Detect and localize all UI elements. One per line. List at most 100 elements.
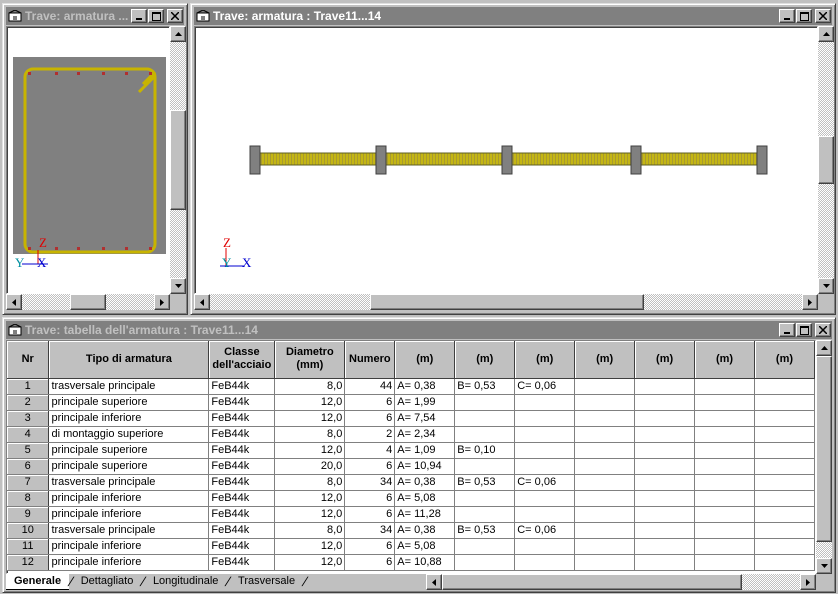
- table-cell[interactable]: 12,0: [274, 410, 346, 427]
- beam-canvas[interactable]: Z Y X: [194, 26, 818, 294]
- table-cell[interactable]: 6: [344, 538, 396, 555]
- column-header[interactable]: Numero: [344, 341, 396, 379]
- table-cell[interactable]: FeB44k: [208, 442, 276, 459]
- table-cell[interactable]: [754, 426, 815, 443]
- table-cell[interactable]: [514, 426, 576, 443]
- table-cell[interactable]: [514, 538, 576, 555]
- tab-dettagliato[interactable]: Dettagliato: [73, 574, 142, 590]
- table-row[interactable]: 7 trasversale principale FeB44k 8,0 34 A= 0,3…: [7, 474, 815, 491]
- table-cell[interactable]: principale inferiore: [48, 410, 210, 427]
- table-cell[interactable]: 6: [344, 410, 396, 427]
- table-cell[interactable]: FeB44k: [208, 410, 276, 427]
- table-cell[interactable]: B= 0,53: [454, 474, 516, 491]
- table-cell[interactable]: [454, 394, 516, 411]
- table-cell[interactable]: [454, 490, 516, 507]
- table-cell[interactable]: A= 10,94: [394, 458, 456, 475]
- section-window-titlebar[interactable]: Trave: armatura ...: [6, 7, 184, 25]
- table-cell[interactable]: A= 11,28: [394, 506, 456, 523]
- rebar-table[interactable]: Nr Tipo di armatura Classe dell'acciaio Dia…: [7, 341, 815, 571]
- table-cell[interactable]: [754, 378, 815, 395]
- table-cell[interactable]: B= 0,53: [454, 522, 516, 539]
- section-canvas[interactable]: Z Y X: [6, 26, 170, 294]
- table-row[interactable]: 4 di montaggio superiore FeB44k 8,0 2 A= 2,34: [7, 426, 815, 443]
- table-cell[interactable]: FeB44k: [208, 474, 276, 491]
- table-cell[interactable]: 12,0: [274, 394, 346, 411]
- table-cell[interactable]: FeB44k: [208, 538, 276, 555]
- table-cell[interactable]: [634, 474, 696, 491]
- table-cell[interactable]: trasversale principale: [48, 522, 210, 539]
- table-row[interactable]: 11 principale inferiore FeB44k 12,0 6 A= 5,08: [7, 538, 815, 555]
- table-cell[interactable]: FeB44k: [208, 378, 276, 395]
- section-window[interactable]: Trave: armatura ... Z Y X: [2, 3, 188, 315]
- table-cell[interactable]: [574, 378, 636, 395]
- table-cell[interactable]: A= 0,38: [394, 474, 456, 491]
- table-cell[interactable]: principale superiore: [48, 394, 210, 411]
- column-header[interactable]: (m): [634, 341, 696, 379]
- table-cell[interactable]: [694, 378, 755, 395]
- column-header[interactable]: (m): [454, 341, 516, 379]
- table-vscroll-thumb[interactable]: [816, 356, 832, 542]
- table-cell[interactable]: [754, 506, 815, 523]
- table-cell[interactable]: B= 0,53: [454, 378, 516, 395]
- table-cell[interactable]: [574, 426, 636, 443]
- table-hscroll-thumb[interactable]: [442, 574, 742, 590]
- table-cell[interactable]: B= 0,10: [454, 442, 516, 459]
- table-cell[interactable]: [574, 506, 636, 523]
- table-row[interactable]: 8 principale inferiore FeB44k 12,0 6 A= 5,08: [7, 490, 815, 507]
- beam-view-titlebar[interactable]: Trave: armatura : Trave11...14: [194, 7, 832, 25]
- scroll-left-button[interactable]: [194, 294, 210, 310]
- rebar-table-titlebar[interactable]: Trave: tabella dell'armatura : Trave11..…: [6, 321, 832, 339]
- table-cell[interactable]: [754, 410, 815, 427]
- table-cell[interactable]: A= 5,08: [394, 538, 456, 555]
- section-vscrollbar[interactable]: [170, 26, 186, 294]
- table-cell[interactable]: FeB44k: [208, 426, 276, 443]
- table-cell[interactable]: [694, 474, 755, 491]
- table-cell[interactable]: [694, 554, 755, 571]
- table-cell[interactable]: 8,0: [274, 474, 346, 491]
- table-row[interactable]: 2 principale superiore FeB44k 12,0 6 A= 1,99: [7, 394, 815, 411]
- table-cell[interactable]: 6: [344, 490, 396, 507]
- row-number-cell[interactable]: 10: [7, 522, 50, 539]
- scroll-left-button[interactable]: [6, 294, 22, 310]
- column-header[interactable]: Nr: [7, 341, 50, 379]
- table-cell[interactable]: FeB44k: [208, 554, 276, 571]
- table-cell[interactable]: [754, 554, 815, 571]
- table-cell[interactable]: [574, 458, 636, 475]
- close-button[interactable]: [815, 323, 831, 337]
- table-cell[interactable]: 44: [344, 378, 396, 395]
- table-cell[interactable]: 2: [344, 426, 396, 443]
- table-cell[interactable]: A= 0,38: [394, 522, 456, 539]
- table-cell[interactable]: [694, 394, 755, 411]
- scroll-up-button[interactable]: [816, 340, 832, 356]
- table-cell[interactable]: FeB44k: [208, 522, 276, 539]
- table-row[interactable]: 12 principale inferiore FeB44k 12,0 6 A= 10,8…: [7, 554, 815, 571]
- table-cell[interactable]: [754, 394, 815, 411]
- table-cell[interactable]: 6: [344, 394, 396, 411]
- close-button[interactable]: [167, 9, 183, 23]
- table-cell[interactable]: di montaggio superiore: [48, 426, 210, 443]
- table-cell[interactable]: [574, 490, 636, 507]
- table-cell[interactable]: 12,0: [274, 490, 346, 507]
- row-number-cell[interactable]: 5: [7, 442, 50, 459]
- table-cell[interactable]: [514, 442, 576, 459]
- table-cell[interactable]: A= 10,88: [394, 554, 456, 571]
- section-vscroll-thumb[interactable]: [170, 110, 186, 210]
- table-cell[interactable]: [574, 522, 636, 539]
- table-cell[interactable]: [634, 554, 696, 571]
- table-cell[interactable]: trasversale principale: [48, 474, 210, 491]
- minimize-button[interactable]: [779, 9, 795, 23]
- table-cell[interactable]: [694, 522, 755, 539]
- table-cell[interactable]: [514, 458, 576, 475]
- table-cell[interactable]: [574, 474, 636, 491]
- column-header[interactable]: Classe dell'acciaio: [208, 341, 276, 379]
- minimize-button[interactable]: [131, 9, 147, 23]
- column-header[interactable]: (m): [754, 341, 815, 379]
- scroll-down-button[interactable]: [818, 278, 834, 294]
- table-cell[interactable]: [454, 458, 516, 475]
- scroll-right-button[interactable]: [800, 574, 816, 590]
- table-cell[interactable]: 4: [344, 442, 396, 459]
- minimize-button[interactable]: [779, 323, 795, 337]
- section-hscrollbar[interactable]: [6, 294, 170, 310]
- table-cell[interactable]: 6: [344, 554, 396, 571]
- resize-grip[interactable]: [818, 294, 834, 310]
